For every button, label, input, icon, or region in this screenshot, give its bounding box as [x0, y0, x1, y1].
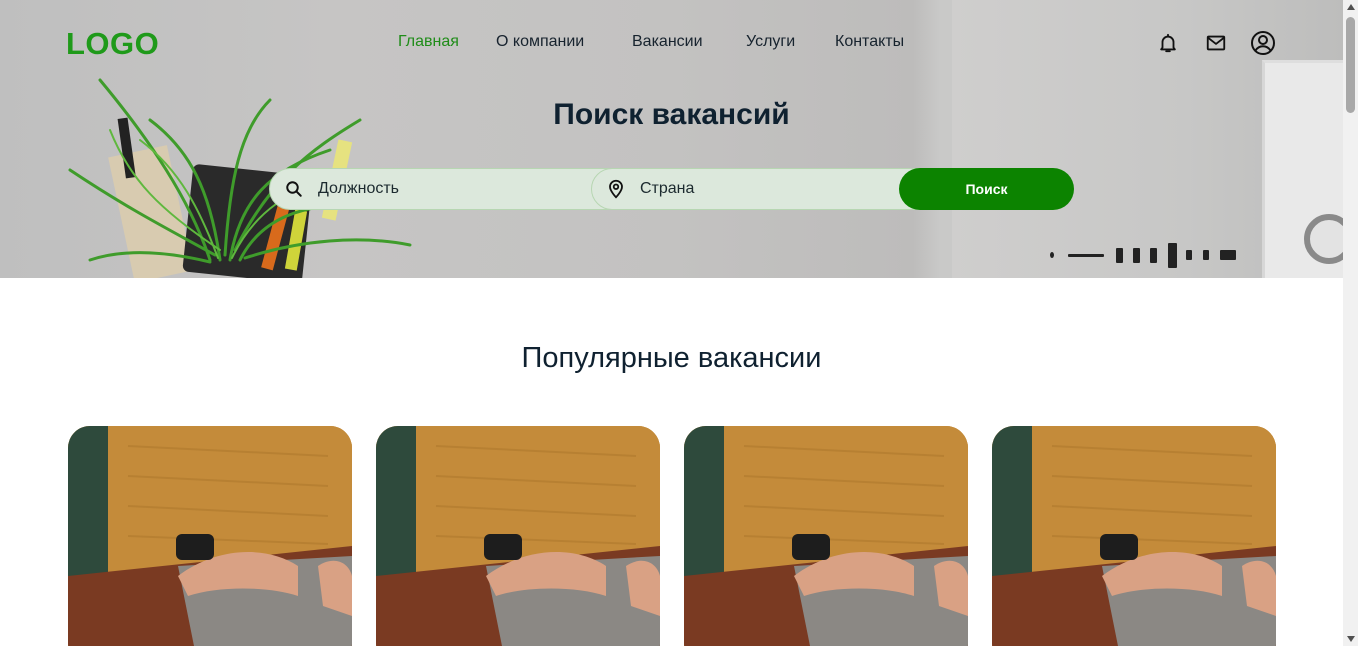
- nav-item-about[interactable]: О компании: [496, 33, 584, 51]
- logo[interactable]: LOGO: [66, 26, 159, 62]
- position-search-field[interactable]: Должность: [269, 168, 609, 210]
- mail-icon[interactable]: [1203, 30, 1229, 56]
- device-ports-image: [1048, 238, 1248, 268]
- location-pin-icon: [606, 179, 626, 199]
- bell-icon[interactable]: [1155, 30, 1181, 56]
- scroll-up-arrow-icon[interactable]: [1343, 0, 1358, 14]
- scroll-down-arrow-icon[interactable]: [1343, 632, 1358, 646]
- country-search-field[interactable]: Страна: [591, 168, 931, 210]
- scrollbar-thumb[interactable]: [1346, 17, 1355, 113]
- nav-item-contacts[interactable]: Контакты: [835, 33, 904, 51]
- hero-title: Поиск вакансий: [553, 98, 790, 131]
- popular-vacancies-list: [68, 426, 1276, 646]
- vacancy-card-image: [684, 426, 968, 646]
- nav-item-services[interactable]: Услуги: [746, 33, 795, 51]
- nav-item-vacancies[interactable]: Вакансии: [632, 33, 703, 51]
- vacancy-card[interactable]: [992, 426, 1276, 646]
- position-placeholder: Должность: [318, 180, 399, 197]
- search-icon: [284, 179, 304, 199]
- country-placeholder: Страна: [640, 180, 695, 197]
- vacancy-card[interactable]: [68, 426, 352, 646]
- vacancy-card-image: [68, 426, 352, 646]
- hero-banner: LOGO Главная О компании Вакансии Услуги …: [0, 0, 1343, 278]
- vacancy-card[interactable]: [376, 426, 660, 646]
- vacancy-card-image: [992, 426, 1276, 646]
- nav-item-home[interactable]: Главная: [398, 33, 459, 51]
- popular-vacancies-title: Популярные вакансии: [521, 342, 822, 374]
- user-icon[interactable]: [1250, 30, 1276, 56]
- search-button[interactable]: Поиск: [899, 168, 1074, 210]
- page-scrollbar[interactable]: [1343, 0, 1358, 646]
- vacancy-search-bar: Должность Страна Поиск: [269, 168, 1074, 210]
- vacancy-card[interactable]: [684, 426, 968, 646]
- vacancy-card-image: [376, 426, 660, 646]
